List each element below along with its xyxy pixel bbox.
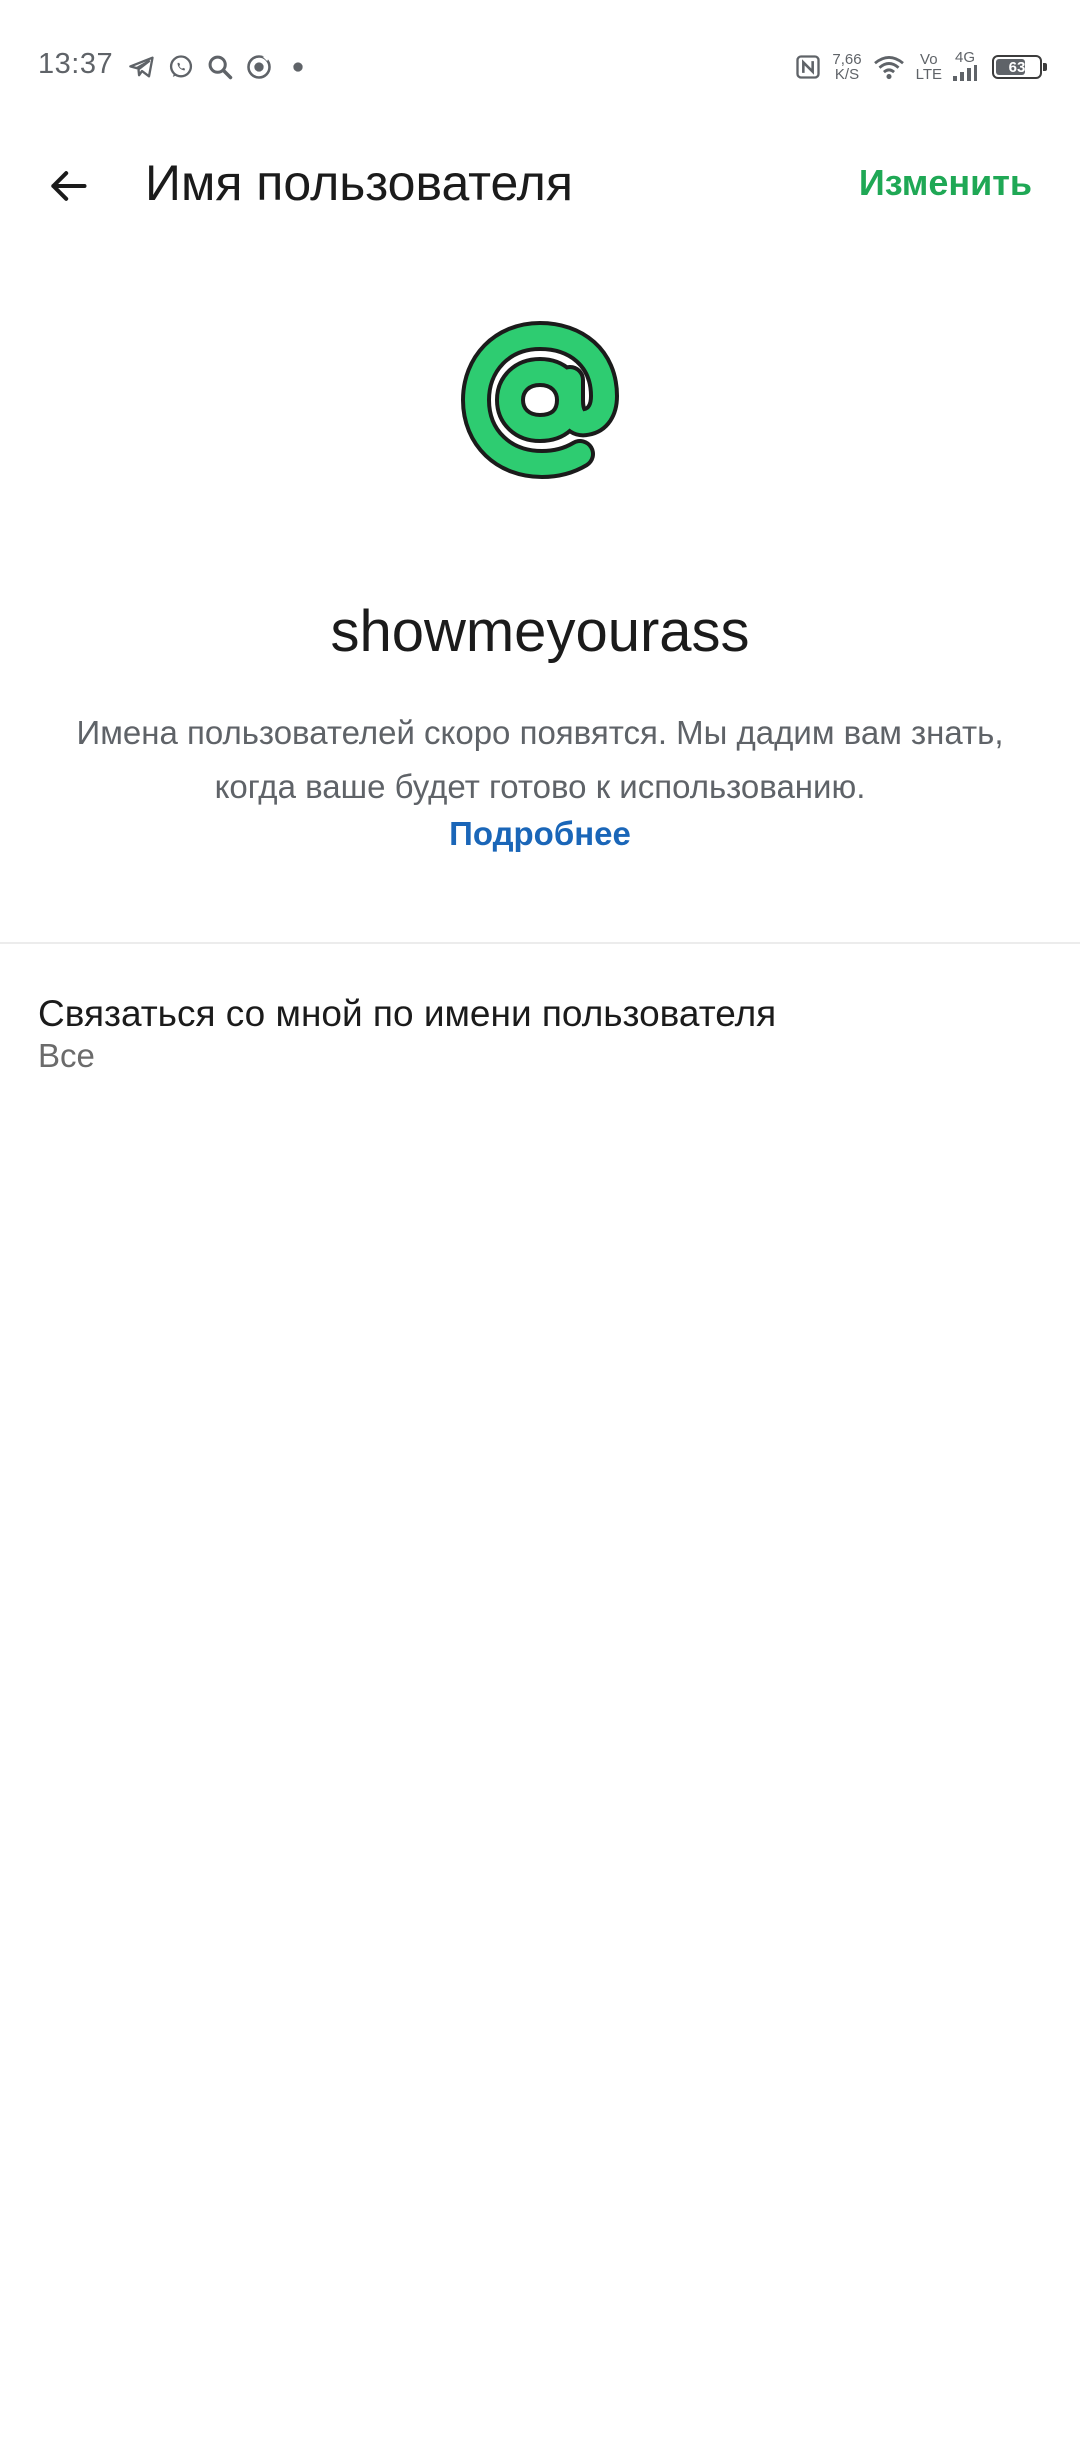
volte-top: Vo: [920, 51, 938, 68]
username-description: Имена пользователей скоро появятся. Мы д…: [76, 714, 1004, 805]
signal-indicator: 4G: [952, 50, 978, 84]
at-sign-icon: [458, 318, 622, 482]
back-button[interactable]: [26, 144, 110, 228]
whatsapp-icon: [164, 50, 198, 84]
battery-icon: 63: [992, 55, 1047, 79]
page-title: Имя пользователя: [145, 155, 573, 211]
volte-bottom: LTE: [915, 66, 942, 83]
network-speed: 7,66 K/S: [832, 52, 861, 82]
battery-nub: [1043, 63, 1047, 71]
network-speed-value: 7,66: [832, 51, 862, 68]
wifi-icon: [872, 53, 906, 81]
setting-value: Все: [38, 1037, 95, 1074]
status-time: 13:37: [38, 48, 114, 80]
telegram-icon: [125, 50, 159, 84]
setting-title: Связаться со мной по имени пользователя: [38, 993, 777, 1034]
divider: [0, 942, 1080, 944]
system-icons: 7,66 K/S Vo LTE 4G 63: [784, 42, 1047, 92]
volte-indicator: Vo LTE: [916, 52, 942, 82]
edit-button[interactable]: Изменить: [859, 162, 1032, 204]
search-icon: [203, 50, 237, 84]
notification-icons: [120, 50, 315, 84]
app-bar: Имя пользователя Изменить: [0, 134, 1080, 236]
learn-more-link[interactable]: Подробнее: [0, 815, 1080, 853]
nfc-icon: [794, 53, 822, 81]
battery-level: 63: [1008, 58, 1026, 76]
username-value: showmeyourass: [330, 599, 750, 664]
contact-by-username-setting[interactable]: Связаться со мной по имени пользователя …: [0, 975, 1080, 1095]
status-bar: 13:37 7,66 K/S Vo LTE 4G 63: [0, 0, 1080, 134]
arrow-back-icon: [51, 171, 87, 201]
network-speed-unit: K/S: [834, 66, 860, 83]
dot-icon: [281, 50, 315, 84]
app-notification-icon: [242, 50, 276, 84]
network-type: 4G: [954, 49, 975, 66]
signal-icon: [952, 65, 978, 84]
